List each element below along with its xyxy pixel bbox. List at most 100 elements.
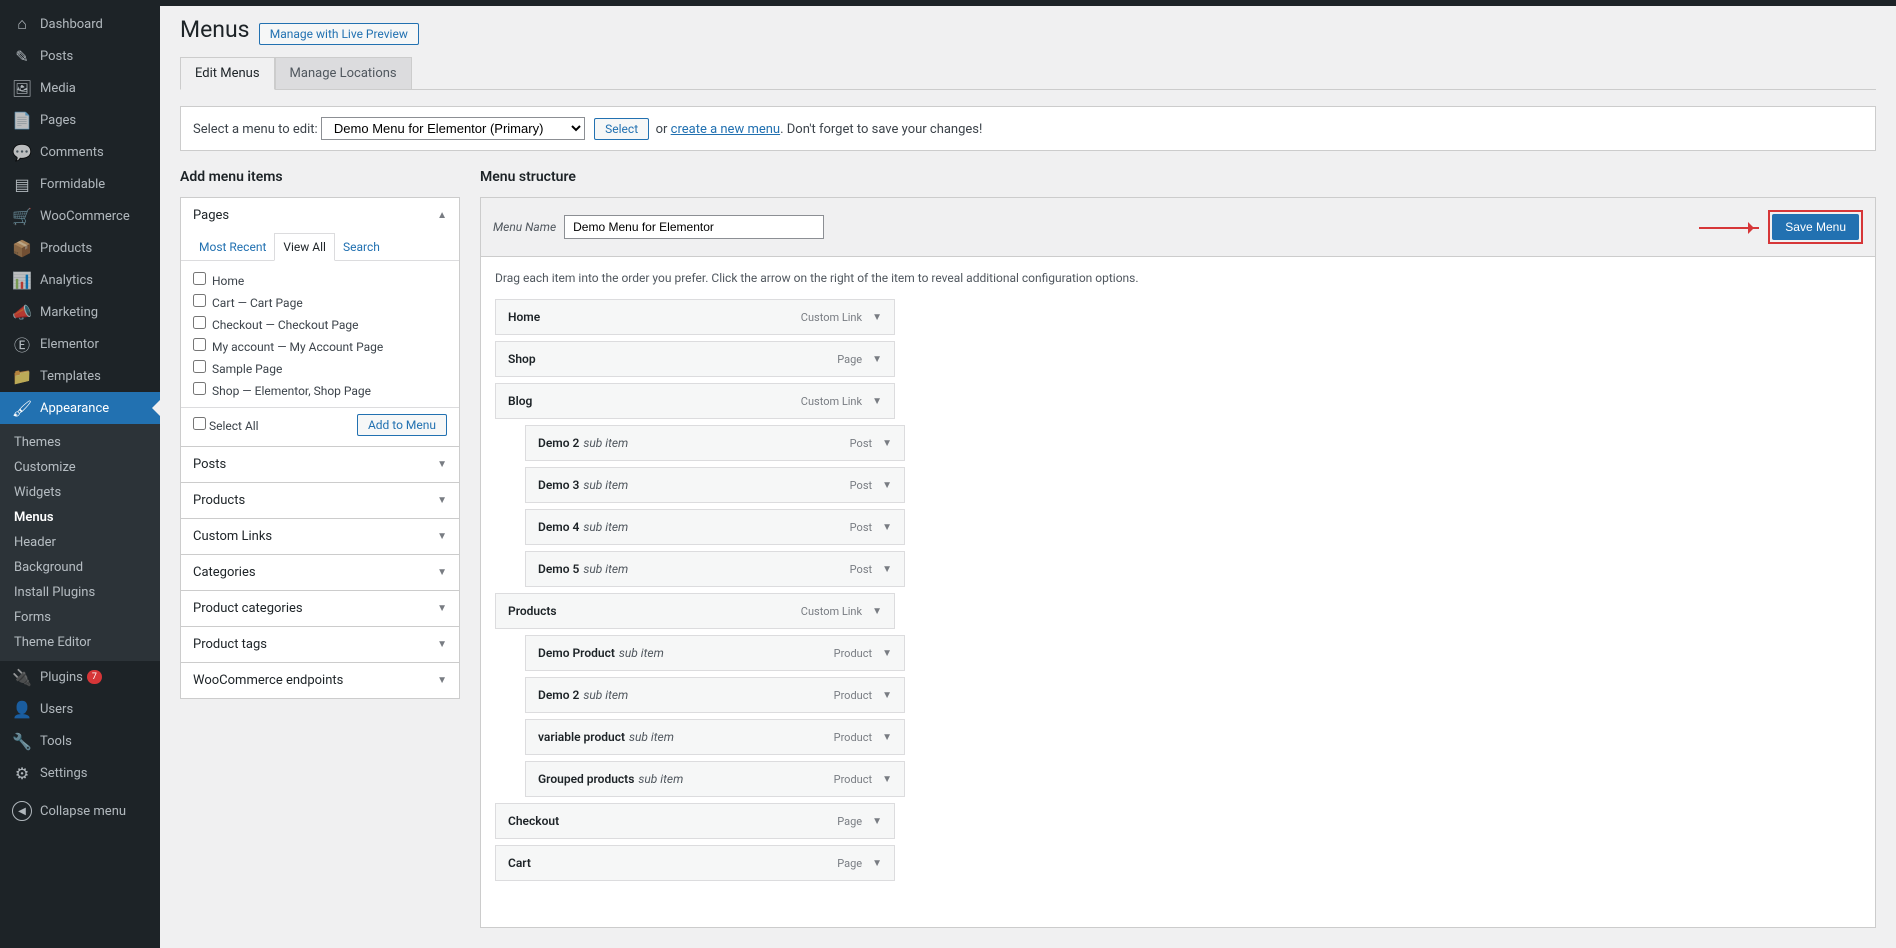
menu-structure-item[interactable]: HomeCustom Link▼: [495, 299, 895, 335]
submenu-item-theme-editor[interactable]: Theme Editor: [0, 630, 160, 655]
create-new-menu-link[interactable]: create a new menu: [671, 122, 780, 137]
page-checkbox-item[interactable]: Shop — Elementor, Shop Page: [193, 379, 447, 401]
sidebar-item-media[interactable]: 🖼Media: [0, 72, 160, 104]
accordion-head[interactable]: WooCommerce endpoints▼: [181, 663, 459, 698]
sidebar-item-woocommerce[interactable]: 🛒WooCommerce: [0, 200, 160, 232]
menu-item-type: Post: [850, 563, 872, 576]
menu-select-dropdown[interactable]: Demo Menu for Elementor (Primary): [321, 117, 585, 140]
sidebar-item-tools[interactable]: 🔧Tools: [0, 725, 160, 757]
sidebar-icon: 🛒: [12, 206, 32, 226]
menu-structure-item[interactable]: BlogCustom Link▼: [495, 383, 895, 419]
menu-item-type: Post: [850, 437, 872, 450]
menu-item-type: Custom Link: [801, 395, 862, 408]
select-menu-label: Select a menu to edit:: [193, 122, 318, 137]
menu-item-title: Products: [508, 604, 557, 618]
accordion-head[interactable]: Posts▼: [181, 447, 459, 482]
submenu-item-forms[interactable]: Forms: [0, 605, 160, 630]
submenu-item-widgets[interactable]: Widgets: [0, 480, 160, 505]
submenu-item-themes[interactable]: Themes: [0, 430, 160, 455]
page-checkbox-item[interactable]: Home: [193, 269, 447, 291]
accordion-product-tags: Product tags▼: [180, 626, 460, 663]
sidebar-item-dashboard[interactable]: ⌂Dashboard: [0, 8, 160, 40]
accordion-head[interactable]: Product categories▼: [181, 591, 459, 626]
pages-subtabs: Most RecentView AllSearch: [181, 233, 459, 261]
sidebar-item-appearance[interactable]: 🖌Appearance: [0, 392, 160, 424]
page-checkbox-item[interactable]: Sample Page: [193, 357, 447, 379]
menu-item-title: Demo 2: [538, 436, 579, 450]
accordion-head[interactable]: Products▼: [181, 483, 459, 518]
page-checkbox-item[interactable]: Cart — Cart Page: [193, 291, 447, 313]
sidebar-item-comments[interactable]: 💬Comments: [0, 136, 160, 168]
sidebar-item-posts[interactable]: ✎Posts: [0, 40, 160, 72]
sidebar-item-settings[interactable]: ⚙Settings: [0, 757, 160, 789]
sidebar-item-formidable[interactable]: ▤Formidable: [0, 168, 160, 200]
sidebar-item-label: Formidable: [40, 177, 105, 192]
pages-tab-most-recent[interactable]: Most Recent: [191, 234, 274, 260]
sidebar-icon: ⚙: [12, 763, 32, 783]
menu-name-input[interactable]: [564, 215, 824, 239]
page-checkbox-item[interactable]: Checkout — Checkout Page: [193, 313, 447, 335]
sidebar-item-templates[interactable]: 📁Templates: [0, 360, 160, 392]
caret-down-icon: ▼: [872, 354, 882, 365]
sidebar-item-analytics[interactable]: 📊Analytics: [0, 264, 160, 296]
accordion-label: Products: [193, 493, 245, 508]
select-menu-button[interactable]: Select: [594, 118, 649, 140]
manage-live-preview-button[interactable]: Manage with Live Preview: [259, 23, 419, 45]
menu-item-type: Custom Link: [801, 605, 862, 618]
menu-structure-item[interactable]: Demo Productsub itemProduct▼: [525, 635, 905, 671]
page-checkbox-item[interactable]: My account — My Account Page: [193, 335, 447, 357]
menu-item-subtext: sub item: [629, 730, 674, 744]
menu-item-title: Grouped products: [538, 772, 634, 786]
annotation-highlight: Save Menu: [1768, 210, 1863, 244]
nav-tabs: Edit MenusManage Locations: [180, 57, 1876, 90]
accordion-head[interactable]: Custom Links▼: [181, 519, 459, 554]
submenu-item-background[interactable]: Background: [0, 555, 160, 580]
menu-structure-item[interactable]: Demo 5sub itemPost▼: [525, 551, 905, 587]
pages-tab-search[interactable]: Search: [335, 234, 388, 260]
menu-item-type: Product: [834, 773, 872, 786]
accordion-head[interactable]: Product tags▼: [181, 627, 459, 662]
submenu-item-install-plugins[interactable]: Install Plugins: [0, 580, 160, 605]
menu-structure-item[interactable]: ShopPage▼: [495, 341, 895, 377]
accordion-head[interactable]: Categories▼: [181, 555, 459, 590]
menu-item-type: Product: [834, 647, 872, 660]
sidebar-item-pages[interactable]: 📄Pages: [0, 104, 160, 136]
accordion-label: Custom Links: [193, 529, 272, 544]
tab-manage-locations[interactable]: Manage Locations: [275, 57, 412, 89]
menu-structure-item[interactable]: Demo 4sub itemPost▼: [525, 509, 905, 545]
menu-structure-item[interactable]: Demo 2sub itemProduct▼: [525, 677, 905, 713]
menu-item-title: Demo 3: [538, 478, 579, 492]
menu-item-subtext: sub item: [583, 478, 628, 492]
submenu-item-customize[interactable]: Customize: [0, 455, 160, 480]
submenu-item-header[interactable]: Header: [0, 530, 160, 555]
menu-structure-body: Drag each item into the order you prefer…: [480, 256, 1876, 928]
sidebar-item-products[interactable]: 📦Products: [0, 232, 160, 264]
caret-up-icon: ▲: [437, 210, 447, 221]
sidebar-item-plugins[interactable]: 🔌Plugins7: [0, 661, 160, 693]
sidebar-item-label: Comments: [40, 145, 104, 160]
sidebar-item-marketing[interactable]: 📣Marketing: [0, 296, 160, 328]
add-to-menu-button[interactable]: Add to Menu: [357, 414, 447, 436]
update-badge: 7: [87, 670, 102, 684]
menu-structure-item[interactable]: Demo 3sub itemPost▼: [525, 467, 905, 503]
accordion-pages-head[interactable]: Pages ▲: [181, 198, 459, 233]
menu-structure-item[interactable]: CartPage▼: [495, 845, 895, 881]
sidebar-item-elementor[interactable]: ⒺElementor: [0, 328, 160, 360]
sidebar-icon: Ⓔ: [12, 334, 32, 354]
menu-name-label: Menu Name: [493, 220, 556, 234]
menu-structure-item[interactable]: ProductsCustom Link▼: [495, 593, 895, 629]
accordion-label: Product categories: [193, 601, 303, 616]
select-all-checkbox[interactable]: Select All: [193, 417, 259, 433]
menu-structure-item[interactable]: CheckoutPage▼: [495, 803, 895, 839]
menu-item-title: Blog: [508, 394, 532, 408]
menu-structure-item[interactable]: variable productsub itemProduct▼: [525, 719, 905, 755]
submenu-item-menus[interactable]: Menus: [0, 505, 160, 530]
menu-structure-item[interactable]: Demo 2sub itemPost▼: [525, 425, 905, 461]
tab-edit-menus[interactable]: Edit Menus: [180, 57, 275, 90]
collapse-menu-button[interactable]: ◀Collapse menu: [0, 793, 160, 829]
sidebar-item-users[interactable]: 👤Users: [0, 693, 160, 725]
menu-structure-item[interactable]: Grouped productssub itemProduct▼: [525, 761, 905, 797]
annotation-arrow: [1699, 227, 1759, 229]
pages-tab-view-all[interactable]: View All: [274, 233, 335, 261]
save-menu-button[interactable]: Save Menu: [1772, 214, 1859, 240]
